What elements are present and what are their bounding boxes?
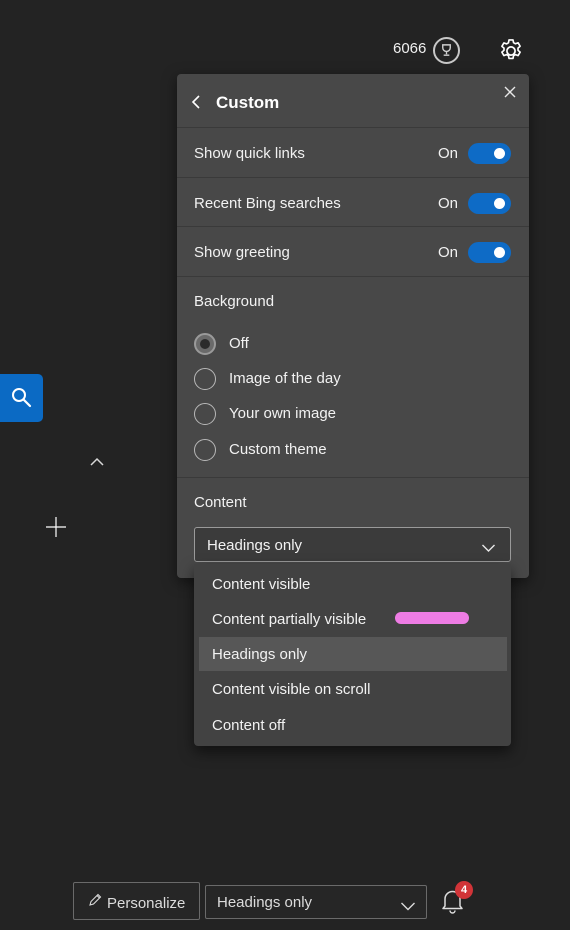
notification-badge: 4 (455, 881, 473, 899)
dropdown-option-content-off[interactable]: Content off (199, 708, 507, 742)
radio-label: Your own image (229, 405, 337, 422)
pencil-icon (88, 893, 102, 907)
background-heading: Background (194, 293, 275, 310)
rewards-points[interactable]: 6066 (393, 40, 426, 57)
toggle-state: On (438, 145, 459, 162)
content-select-value: Headings only (207, 537, 303, 554)
toggle-state: On (438, 195, 459, 212)
toggle-knob (494, 198, 505, 209)
toggle-row-greeting: Show greeting On (177, 226, 529, 275)
highlight-annotation-mark (395, 612, 469, 624)
search-button[interactable] (0, 374, 43, 422)
radio-button[interactable] (194, 439, 216, 461)
background-option-image-of-day[interactable]: Image of the day (194, 368, 494, 392)
dropdown-option-visible-on-scroll[interactable]: Content visible on scroll (199, 672, 507, 706)
toggle-knob (494, 148, 505, 159)
chevron-down-icon (400, 898, 416, 911)
panel-header: Custom (177, 74, 529, 128)
background-section: Background Off Image of the day Your own… (177, 276, 529, 477)
toggle-label: Show quick links (194, 145, 305, 162)
personalize-label: Personalize (107, 895, 186, 912)
toggle-state: On (438, 244, 459, 261)
chevron-down-icon (481, 540, 496, 552)
radio-label: Image of the day (229, 370, 341, 387)
greeting-toggle[interactable] (468, 242, 511, 263)
layout-select[interactable]: Headings only (205, 885, 427, 919)
background-option-off[interactable]: Off (194, 333, 494, 357)
content-select[interactable]: Headings only (194, 527, 511, 562)
toggle-label: Recent Bing searches (194, 195, 341, 212)
radio-button[interactable] (194, 368, 216, 390)
content-heading: Content (194, 494, 247, 511)
layout-select-value: Headings only (217, 894, 313, 911)
toggle-row-quick-links: Show quick links On (177, 127, 529, 176)
quick-links-toggle[interactable] (468, 143, 511, 164)
background-option-own-image[interactable]: Your own image (194, 403, 494, 427)
close-icon[interactable] (502, 84, 518, 100)
radio-label: Off (229, 335, 249, 352)
personalize-button[interactable]: Personalize (73, 882, 200, 920)
cursor-crosshair-icon (46, 517, 66, 537)
toggle-label: Show greeting (194, 244, 290, 261)
trophy-icon[interactable] (433, 37, 460, 64)
toggle-row-bing-searches: Recent Bing searches On (177, 177, 529, 226)
radio-button-selected[interactable] (194, 333, 216, 355)
dropdown-option-headings-only[interactable]: Headings only (199, 637, 507, 671)
custom-settings-panel: Custom Show quick links On Recent Bing s… (177, 74, 529, 578)
background-option-custom-theme[interactable]: Custom theme (194, 439, 494, 463)
chevron-up-icon[interactable] (89, 455, 105, 469)
content-dropdown-list: Content visible Content partially visibl… (194, 564, 511, 746)
gear-icon[interactable] (497, 37, 525, 65)
toggle-knob (494, 247, 505, 258)
radio-button[interactable] (194, 403, 216, 425)
radio-label: Custom theme (229, 441, 327, 458)
back-icon[interactable] (189, 93, 203, 111)
search-icon (11, 388, 31, 408)
panel-title: Custom (216, 93, 280, 112)
bing-searches-toggle[interactable] (468, 193, 511, 214)
dropdown-option-content-visible[interactable]: Content visible (199, 567, 507, 601)
